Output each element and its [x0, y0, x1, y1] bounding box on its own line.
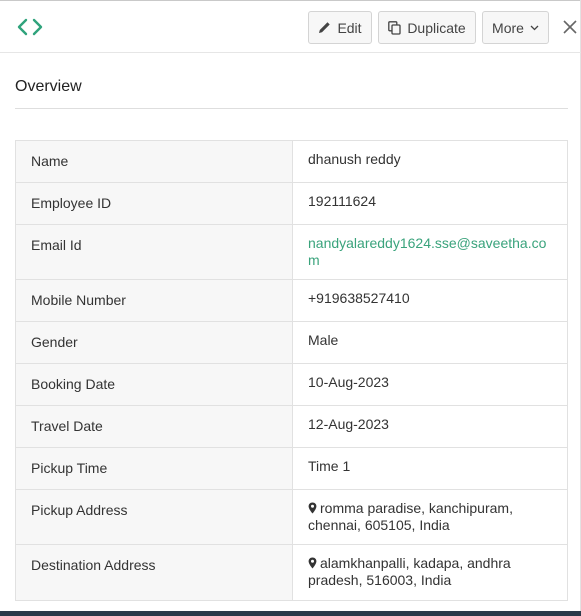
- email-link[interactable]: nandyalareddy1624.sse@saveetha.com: [293, 225, 567, 279]
- detail-value: dhanush reddy: [308, 151, 401, 167]
- pencil-icon: [318, 21, 331, 34]
- detail-value: Male: [308, 332, 339, 348]
- detail-value: 192111624: [308, 193, 376, 209]
- detail-row-destination-address: Destination Address alamkhanpalli, kadap…: [16, 545, 567, 600]
- more-button-label: More: [492, 19, 524, 36]
- detail-row-gender: Gender Male: [16, 322, 567, 364]
- detail-value: +919638527410: [308, 290, 410, 306]
- detail-value: 12-Aug-2023: [308, 416, 389, 432]
- detail-value: 10-Aug-2023: [308, 374, 389, 390]
- destination-address-text: alamkhanpalli, kadapa, andhra pradesh, 5…: [308, 555, 511, 588]
- duplicate-button-label: Duplicate: [407, 19, 466, 36]
- detail-label: Mobile Number: [16, 280, 293, 321]
- detail-label: Pickup Time: [16, 448, 293, 489]
- map-pin-icon: [308, 556, 317, 569]
- detail-label: Employee ID: [16, 183, 293, 224]
- detail-row-pickup-time: Pickup Time Time 1: [16, 448, 567, 490]
- detail-row-employee-id: Employee ID 192111624: [16, 183, 567, 225]
- edit-button-label: Edit: [337, 19, 362, 36]
- taskbar-edge: [0, 611, 581, 616]
- detail-row-pickup-address: Pickup Address romma paradise, kanchipur…: [16, 490, 567, 545]
- code-icon: [17, 16, 43, 38]
- overview-heading: Overview: [15, 78, 82, 95]
- edit-button[interactable]: Edit: [308, 11, 372, 44]
- detail-row-booking-date: Booking Date 10-Aug-2023: [16, 364, 567, 406]
- detail-row-travel-date: Travel Date 12-Aug-2023: [16, 406, 567, 448]
- pickup-address-text: romma paradise, kanchipuram, chennai, 60…: [308, 500, 513, 533]
- close-icon[interactable]: [563, 20, 577, 34]
- detail-label: Email Id: [16, 225, 293, 279]
- more-dropdown-button[interactable]: More: [482, 11, 549, 44]
- duplicate-button[interactable]: Duplicate: [378, 11, 476, 44]
- overview-details-table: Name dhanush reddy Employee ID 192111624…: [15, 140, 568, 601]
- detail-row-mobile: Mobile Number +919638527410: [16, 280, 567, 322]
- detail-row-name: Name dhanush reddy: [16, 141, 567, 183]
- detail-row-email: Email Id nandyalareddy1624.sse@saveetha.…: [16, 225, 567, 280]
- copy-icon: [388, 20, 401, 35]
- detail-label: Name: [16, 141, 293, 182]
- map-pin-icon: [308, 501, 317, 514]
- detail-label: Pickup Address: [16, 490, 293, 544]
- detail-label: Travel Date: [16, 406, 293, 447]
- chevron-down-icon: [530, 25, 539, 31]
- detail-value: Time 1: [308, 458, 351, 474]
- detail-label: Booking Date: [16, 364, 293, 405]
- detail-value: romma paradise, kanchipuram, chennai, 60…: [293, 490, 567, 544]
- detail-label: Destination Address: [16, 545, 293, 600]
- detail-label: Gender: [16, 322, 293, 363]
- detail-value: alamkhanpalli, kadapa, andhra pradesh, 5…: [293, 545, 567, 600]
- record-toolbar: Edit Duplicate More: [0, 1, 581, 53]
- overview-divider: [15, 108, 568, 109]
